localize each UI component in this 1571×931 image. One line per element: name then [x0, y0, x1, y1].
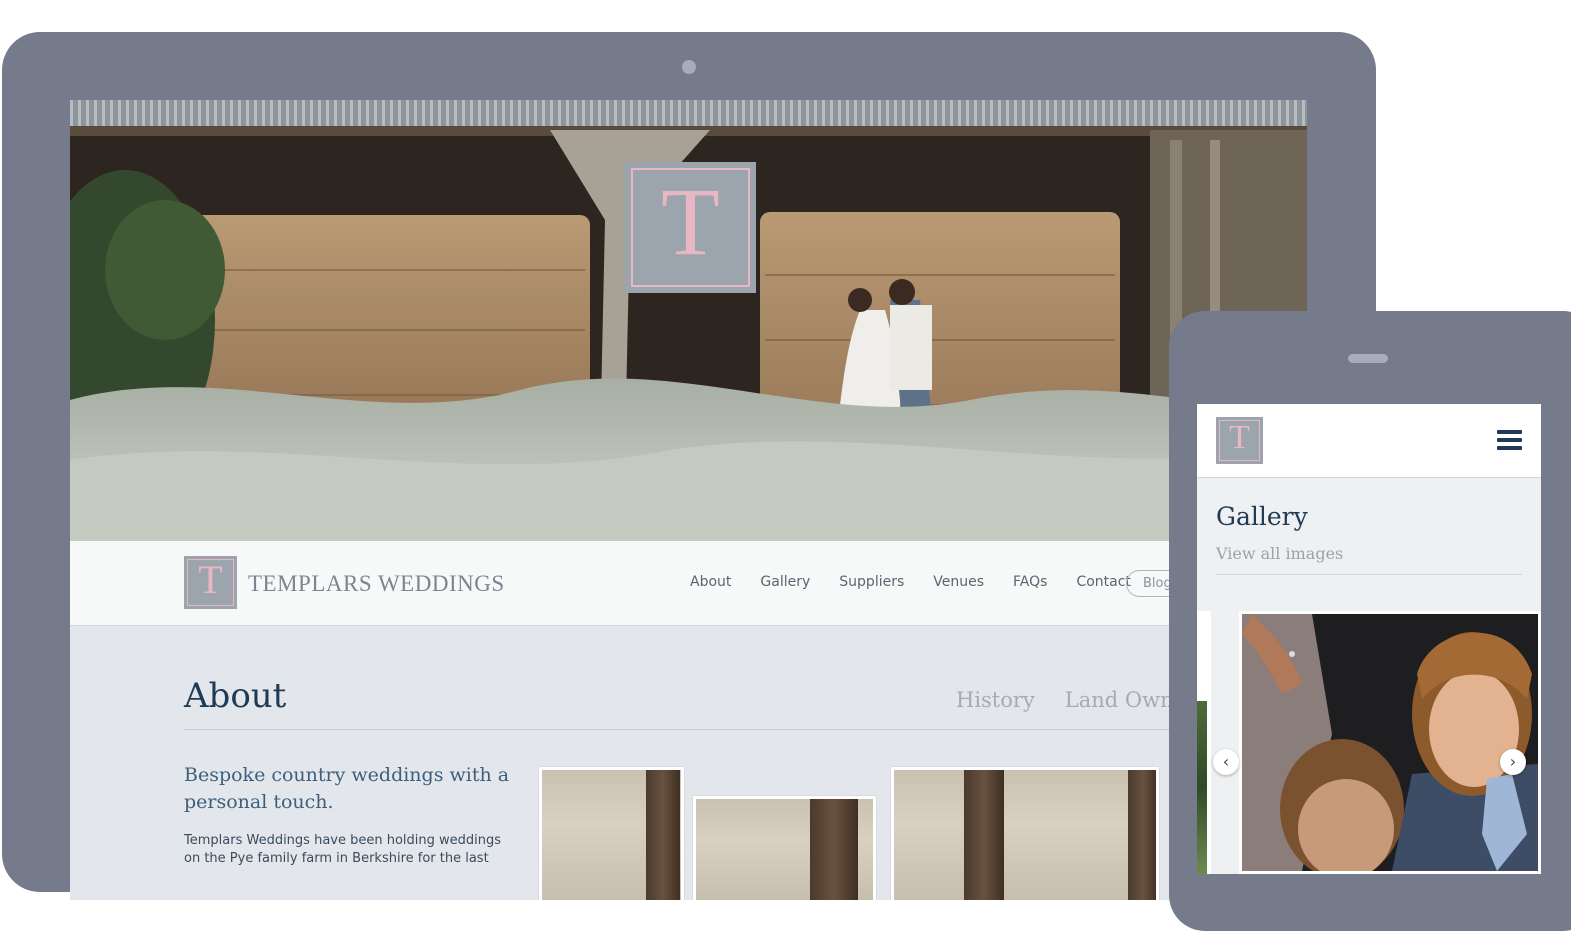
nav-links: About Gallery Suppliers Venues FAQs Cont… [690, 574, 1160, 590]
about-heading: About [184, 676, 287, 716]
hero-logo-mark: T [625, 162, 756, 293]
carousel-prev-slide [1197, 611, 1211, 874]
brand-name[interactable]: TEMPLARS WEDDINGS [248, 571, 505, 597]
about-body-text: Templars Weddings have been holding wedd… [184, 833, 502, 866]
brand-logo[interactable]: T [184, 556, 237, 609]
about-lead-text: Bespoke country weddings with a personal… [184, 764, 510, 813]
nav-link-suppliers[interactable]: Suppliers [839, 574, 904, 590]
mobile-gallery-carousel: ‹ › [1197, 611, 1541, 874]
mobile-header: T [1197, 404, 1541, 478]
desktop-screen: T T TEMPLARS WEDDINGS About Gallery Supp… [70, 100, 1307, 900]
mobile-gallery-title: Gallery [1216, 502, 1308, 531]
camera-dot [682, 60, 696, 74]
phone-screen: T Gallery View all images ‹ › [1197, 404, 1541, 874]
children-photo [1242, 614, 1538, 871]
nav-link-venues[interactable]: Venues [933, 574, 984, 590]
phone-speaker [1348, 354, 1388, 363]
gallery-photo-3[interactable] [891, 767, 1159, 900]
mobile-logo-letter: T [1229, 419, 1250, 456]
carousel-current-photo[interactable] [1239, 611, 1541, 874]
hero-image: T [70, 100, 1307, 541]
tab-history[interactable]: History [956, 688, 1035, 712]
about-divider [184, 729, 1307, 730]
hero-logo-letter: T [661, 168, 720, 275]
gallery-photo-2[interactable] [693, 796, 876, 900]
mobile-divider [1216, 574, 1522, 575]
carousel-prev-arrow[interactable]: ‹ [1213, 749, 1239, 775]
nav-link-gallery[interactable]: Gallery [760, 574, 810, 590]
site-navbar: T TEMPLARS WEDDINGS About Gallery Suppli… [70, 541, 1307, 626]
hamburger-menu-icon[interactable] [1497, 430, 1522, 452]
view-all-images-link[interactable]: View all images [1216, 544, 1343, 563]
brand-logo-letter: T [198, 557, 223, 602]
carousel-next-arrow[interactable]: › [1500, 749, 1526, 775]
nav-link-faqs[interactable]: FAQs [1013, 574, 1047, 590]
mobile-brand-logo[interactable]: T [1216, 417, 1263, 464]
nav-link-about[interactable]: About [690, 574, 731, 590]
nav-link-contact[interactable]: Contact [1076, 574, 1130, 590]
phone-device-frame: T Gallery View all images ‹ › [1169, 311, 1571, 931]
gallery-photo-1[interactable] [539, 767, 684, 900]
